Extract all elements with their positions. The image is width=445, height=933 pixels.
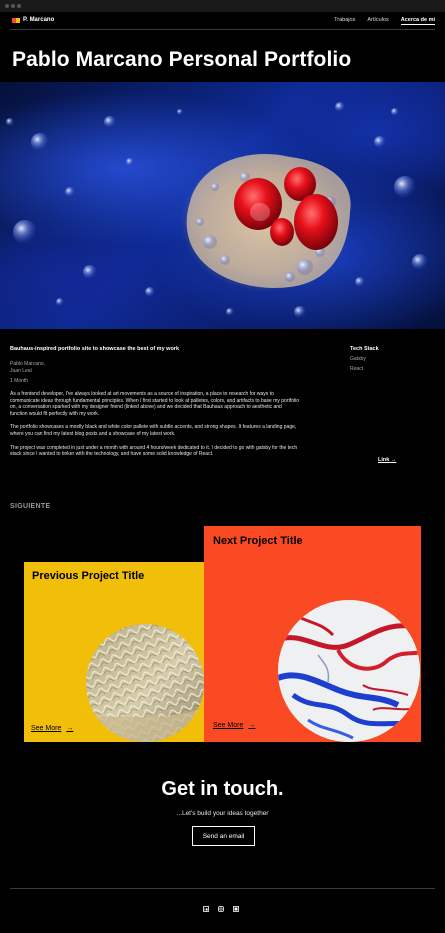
footer-divider — [10, 888, 435, 889]
tech-stack: Tech Stack Gatsby React — [350, 346, 379, 372]
hero-image — [0, 82, 445, 329]
brand-logo-icon — [12, 17, 20, 23]
window-minimize-icon[interactable] — [11, 4, 15, 8]
next-see-more-link[interactable]: See More → — [213, 722, 255, 729]
next-section-label: SIGUIENTE — [10, 503, 51, 510]
tech-stack-title: Tech Stack — [350, 346, 379, 352]
nav-link-articulos[interactable]: Artículos — [367, 17, 388, 25]
page-title: Pablo Marcano Personal Portfolio — [12, 48, 352, 71]
linkedin-icon[interactable] — [203, 899, 209, 912]
project-paragraph-1: As a frontend developer, I've always loo… — [10, 391, 300, 417]
project-heading: Bauhaus-inspired portfolio site to showc… — [10, 346, 179, 352]
arrow-right-icon: → — [390, 457, 397, 463]
tech-stack-item-react: React — [350, 366, 364, 372]
previous-see-more-link[interactable]: See More → — [31, 725, 73, 732]
window-chrome — [0, 0, 445, 12]
author-2[interactable]: Juan Leal — [10, 368, 300, 375]
arrow-right-icon: → — [248, 722, 256, 729]
contact-subtitle: ...Let's build your ideas together — [176, 810, 269, 817]
arrow-right-icon: → — [66, 725, 74, 732]
previous-project-card[interactable]: Previous Project Title See More → — [24, 562, 204, 742]
brand-name: P. Marcano — [23, 17, 55, 23]
project-link-label: Link — [378, 457, 390, 463]
previous-see-more-label: See More — [31, 725, 62, 732]
project-link[interactable]: Link → — [378, 457, 396, 463]
next-see-more-label: See More — [213, 722, 244, 729]
previous-project-title: Previous Project Title — [32, 570, 145, 582]
previous-project-image — [86, 624, 204, 742]
social-links — [203, 899, 239, 912]
next-project-image — [278, 600, 420, 742]
project-authors: Pablo Marcano, Juan Leal — [10, 361, 300, 374]
project-paragraph-2: The portfolio showcases a mostly black a… — [10, 424, 297, 437]
github-icon[interactable] — [233, 899, 239, 912]
window-maximize-icon[interactable] — [17, 4, 21, 8]
top-nav: P. Marcano Trabajos Artículos Acerca de … — [10, 12, 435, 30]
project-duration: 1 Month — [10, 378, 29, 384]
brand[interactable]: P. Marcano — [12, 17, 54, 23]
next-project-card[interactable]: Next Project Title See More → — [204, 526, 421, 742]
nav-link-acerca[interactable]: Acerca de mi — [400, 17, 435, 25]
next-project-title: Next Project Title — [213, 535, 303, 547]
project-paragraph-3: The project was completed in just under … — [10, 444, 298, 458]
instagram-icon[interactable] — [218, 899, 224, 912]
nav-links: Trabajos Artículos Acerca de mi — [334, 17, 435, 25]
tech-stack-item-gatsby: Gatsby — [350, 356, 366, 362]
window-close-icon[interactable] — [5, 4, 9, 8]
send-email-button[interactable]: Send an email — [192, 826, 255, 846]
nav-link-trabajos[interactable]: Trabajos — [334, 17, 355, 25]
project-info: Bauhaus-inspired portfolio site to showc… — [10, 346, 300, 458]
contact-title: Get in touch. — [161, 778, 284, 800]
